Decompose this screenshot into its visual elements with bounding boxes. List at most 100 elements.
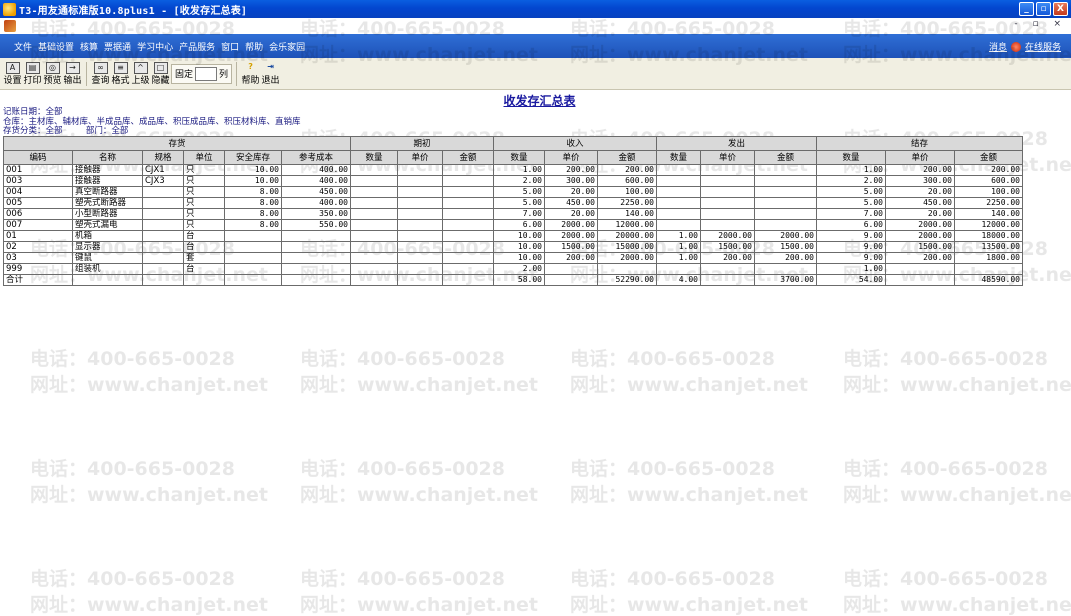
- table-cell[interactable]: [397, 230, 443, 242]
- table-cell[interactable]: 1800.00: [954, 252, 1023, 264]
- table-cell[interactable]: 9.00: [816, 241, 886, 253]
- table-cell[interactable]: 200.00: [544, 252, 598, 264]
- table-cell[interactable]: [397, 274, 443, 286]
- print-button[interactable]: ▤ 打印: [23, 60, 42, 88]
- table-cell[interactable]: 显示器: [72, 241, 143, 253]
- table-cell[interactable]: [597, 263, 657, 275]
- table-cell[interactable]: 1.00: [656, 241, 701, 253]
- table-cell[interactable]: 2000.00: [597, 252, 657, 264]
- mdi-window-controls[interactable]: - ▫ ×: [1014, 19, 1067, 29]
- table-cell[interactable]: 1.00: [816, 263, 886, 275]
- table-cell[interactable]: [442, 197, 494, 209]
- table-cell[interactable]: [397, 252, 443, 264]
- table-cell[interactable]: [350, 252, 398, 264]
- table-cell[interactable]: [72, 274, 143, 286]
- table-cell[interactable]: 6.00: [493, 219, 545, 231]
- table-cell[interactable]: 塑壳式漏电: [72, 219, 143, 231]
- table-cell[interactable]: [885, 263, 955, 275]
- table-cell[interactable]: [442, 274, 494, 286]
- table-cell[interactable]: [397, 164, 443, 176]
- table-cell[interactable]: 9.00: [816, 252, 886, 264]
- column-header[interactable]: 金额: [954, 150, 1023, 165]
- table-cell[interactable]: [700, 164, 755, 176]
- exit-button[interactable]: ⇥ 退出: [261, 60, 280, 88]
- table-cell[interactable]: 140.00: [954, 208, 1023, 220]
- table-cell[interactable]: [142, 263, 184, 275]
- table-cell[interactable]: 58.00: [493, 274, 545, 286]
- column-header[interactable]: 规格: [142, 150, 184, 165]
- table-cell[interactable]: [350, 186, 398, 198]
- table-cell[interactable]: 600.00: [597, 175, 657, 187]
- table-cell[interactable]: 200.00: [700, 252, 755, 264]
- table-cell[interactable]: 合计: [3, 274, 73, 286]
- table-cell[interactable]: [224, 230, 282, 242]
- table-cell[interactable]: 48590.00: [954, 274, 1023, 286]
- table-cell[interactable]: 004: [3, 186, 73, 198]
- column-header[interactable]: 安全库存: [224, 150, 282, 165]
- table-cell[interactable]: 小型断路器: [72, 208, 143, 220]
- table-cell[interactable]: 100.00: [597, 186, 657, 198]
- table-cell[interactable]: [954, 263, 1023, 275]
- table-row[interactable]: 03 键鼠套 10.00 200.00 2000.00 1.00 200.00 200.00 9…: [3, 252, 1023, 264]
- table-cell[interactable]: 接触器: [72, 164, 143, 176]
- table-cell[interactable]: [442, 208, 494, 220]
- table-cell[interactable]: 999: [3, 263, 73, 275]
- table-cell[interactable]: 8.00: [224, 219, 282, 231]
- table-cell[interactable]: 组装机: [72, 263, 143, 275]
- table-cell[interactable]: 台: [183, 241, 225, 253]
- table-cell[interactable]: [656, 197, 701, 209]
- column-header[interactable]: 单价: [700, 150, 755, 165]
- table-cell[interactable]: [544, 274, 598, 286]
- table-cell[interactable]: 2250.00: [597, 197, 657, 209]
- table-cell[interactable]: 02: [3, 241, 73, 253]
- table-cell[interactable]: 台: [183, 230, 225, 242]
- column-header[interactable]: 单价: [397, 150, 443, 165]
- table-cell[interactable]: 10.00: [493, 230, 545, 242]
- table-cell[interactable]: [397, 175, 443, 187]
- table-cell[interactable]: [754, 164, 817, 176]
- table-cell[interactable]: 键鼠: [72, 252, 143, 264]
- table-cell[interactable]: 001: [3, 164, 73, 176]
- menu-accounting[interactable]: 核算: [80, 40, 98, 53]
- table-cell[interactable]: 只: [183, 175, 225, 187]
- table-cell[interactable]: [350, 197, 398, 209]
- table-cell[interactable]: 20000.00: [597, 230, 657, 242]
- table-cell[interactable]: 1.00: [493, 164, 545, 176]
- table-cell[interactable]: [281, 263, 351, 275]
- table-cell[interactable]: 10.00: [493, 252, 545, 264]
- table-cell[interactable]: 2.00: [493, 175, 545, 187]
- table-cell[interactable]: 005: [3, 197, 73, 209]
- table-cell[interactable]: 10.00: [224, 175, 282, 187]
- table-cell[interactable]: 007: [3, 219, 73, 231]
- settings-button[interactable]: A 设置: [3, 60, 22, 88]
- table-cell[interactable]: [350, 230, 398, 242]
- table-cell[interactable]: [224, 263, 282, 275]
- table-cell[interactable]: 15000.00: [597, 241, 657, 253]
- table-cell[interactable]: 400.00: [281, 164, 351, 176]
- table-cell[interactable]: 006: [3, 208, 73, 220]
- table-cell[interactable]: 100.00: [954, 186, 1023, 198]
- table-cell[interactable]: 200.00: [954, 164, 1023, 176]
- table-cell[interactable]: 8.00: [224, 197, 282, 209]
- total-row[interactable]: 合计 58.00 52290.00 4.00 3700.00 54.00 48590.00: [3, 274, 1023, 286]
- table-cell[interactable]: 4.00: [656, 274, 701, 286]
- preview-button[interactable]: ◎ 预览: [43, 60, 62, 88]
- table-cell[interactable]: 52290.00: [597, 274, 657, 286]
- table-cell[interactable]: 20.00: [544, 208, 598, 220]
- table-cell[interactable]: [281, 252, 351, 264]
- table-row[interactable]: 01 机箱台 10.00 2000.00 20000.00 1.00 2000.00 2000…: [3, 230, 1023, 242]
- table-cell[interactable]: 套: [183, 252, 225, 264]
- table-cell[interactable]: [700, 186, 755, 198]
- column-header[interactable]: 金额: [442, 150, 494, 165]
- table-cell[interactable]: 10.00: [224, 164, 282, 176]
- table-cell[interactable]: [397, 208, 443, 220]
- menu-learning-center[interactable]: 学习中心: [137, 40, 173, 53]
- table-cell[interactable]: 450.00: [544, 197, 598, 209]
- table-cell[interactable]: 2000.00: [885, 230, 955, 242]
- table-cell[interactable]: [656, 263, 701, 275]
- table-cell[interactable]: CJX1: [142, 164, 184, 176]
- table-cell[interactable]: 003: [3, 175, 73, 187]
- table-cell[interactable]: [142, 230, 184, 242]
- column-header[interactable]: 编码: [3, 150, 73, 165]
- table-cell[interactable]: [142, 274, 184, 286]
